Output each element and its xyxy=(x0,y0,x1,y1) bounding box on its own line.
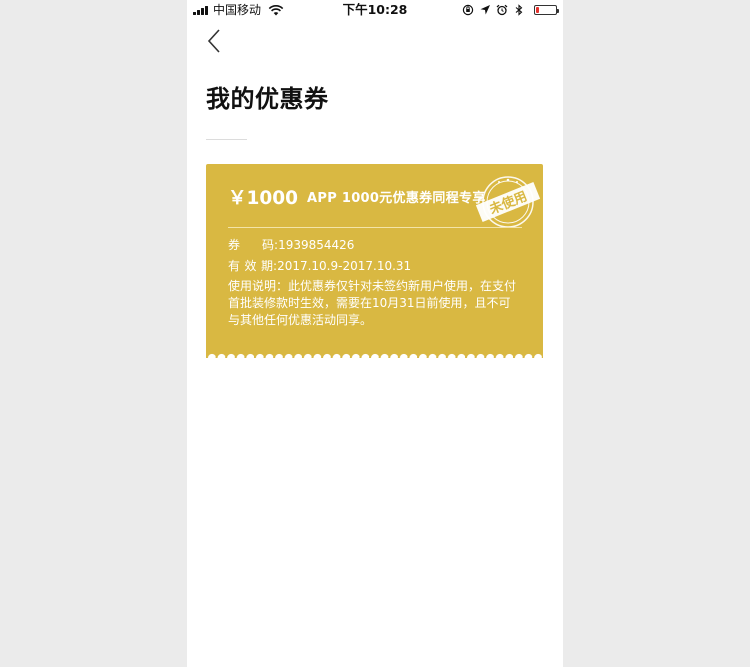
phone-screen: 中国移动 下午10:28 我的优惠券 ￥1000 APP 1000元优惠券同程专… xyxy=(187,0,563,667)
title-divider xyxy=(206,139,247,140)
bluetooth-icon xyxy=(515,4,523,16)
coupon-description: 使用说明：此优惠券仅针对未签约新用户使用，在支付首批装修款时生效，需要在10月3… xyxy=(228,279,517,327)
coupon-valid-label: 有效期 xyxy=(228,259,278,273)
status-bar: 中国移动 下午10:28 xyxy=(187,0,563,20)
alarm-clock-icon xyxy=(496,4,508,16)
back-button[interactable] xyxy=(205,28,229,54)
coupon-amount: ￥1000 xyxy=(228,188,298,209)
battery-level xyxy=(536,7,539,13)
coupon-code-row: 券码:1939854426 xyxy=(228,238,355,252)
chevron-left-icon xyxy=(207,29,220,53)
page-title: 我的优惠券 xyxy=(206,85,329,113)
coupon-valid-value: 2017.10.9-2017.10.31 xyxy=(277,259,412,273)
battery-icon xyxy=(534,5,559,15)
location-arrow-icon xyxy=(480,5,490,15)
coupon-name: APP 1000元优惠券同程专享 xyxy=(307,191,486,206)
coupon-valid-row: 有效期:2017.10.9-2017.10.31 xyxy=(228,259,412,273)
coupon-code-value: 1939854426 xyxy=(278,238,355,252)
coupon-divider xyxy=(228,227,522,228)
status-icons xyxy=(462,3,525,17)
coupon-card[interactable]: ￥1000 APP 1000元优惠券同程专享 未使用 券码:1939854426… xyxy=(206,164,543,358)
coupon-scalloped-edge xyxy=(206,352,543,358)
orientation-lock-icon xyxy=(462,4,474,16)
unused-stamp: 未使用 xyxy=(475,176,541,228)
